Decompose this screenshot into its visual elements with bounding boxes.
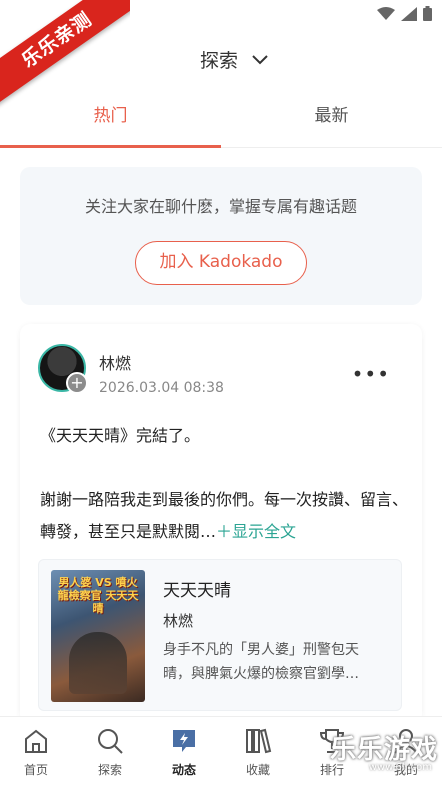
- home-icon: [25, 729, 47, 753]
- nav-explore[interactable]: 探索: [80, 727, 140, 778]
- post-card[interactable]: + 林燃 2026.03.04 08:38 ••• 《天天天晴》完結了。 謝謝一…: [20, 324, 422, 724]
- signal-icon: [401, 6, 417, 21]
- tab-latest[interactable]: 最新: [221, 94, 442, 148]
- watermark-corner-url: www.6ll.com: [368, 762, 432, 773]
- tab-latest-label: 最新: [314, 106, 349, 126]
- wifi-icon: [377, 6, 395, 20]
- book-preview[interactable]: 男人婆 VS 噴火龍檢察官 天天天晴 天天天晴 林燃 身手不凡的「男人婆」刑警包…: [38, 559, 402, 711]
- show-full-text-link[interactable]: ＋显示全文: [216, 522, 296, 541]
- post-time: 2026.03.04 08:38: [99, 380, 224, 396]
- status-icons: [377, 6, 432, 21]
- battery-icon: [423, 6, 432, 21]
- book-title: 天天天晴: [163, 581, 231, 601]
- cover-illustration: [69, 632, 127, 694]
- nav-feed-label: 动态: [171, 763, 196, 777]
- book-description: 身手不凡的「男人婆」刑警包天晴，與脾氣火爆的檢察官劉學…: [163, 642, 359, 682]
- lightning-chat-icon: [173, 730, 195, 752]
- nav-home-label: 首页: [23, 763, 48, 777]
- watermark-ribbon-text: 乐乐亲测: [0, 0, 130, 110]
- tab-underline: [0, 145, 221, 148]
- book-author: 林燃: [163, 612, 194, 630]
- join-kadokado-button[interactable]: 加入 Kadokado: [135, 241, 307, 285]
- nav-explore-label: 探索: [97, 763, 122, 777]
- promo-text: 关注大家在聊什麽，掌握专属有趣话题: [84, 197, 357, 216]
- bookshelf-icon: [246, 728, 272, 754]
- watermark-corner: 乐乐游戏 www.6ll.com: [326, 729, 438, 777]
- chevron-down-icon: [252, 54, 268, 64]
- book-cover: 男人婆 VS 噴火龍檢察官 天天天晴: [51, 570, 145, 702]
- nav-home[interactable]: 首页: [6, 727, 66, 778]
- nav-collection[interactable]: 收藏: [228, 727, 288, 778]
- join-promo-card: 关注大家在聊什麽，掌握专属有趣话题 加入 Kadokado: [20, 167, 422, 305]
- more-options-icon[interactable]: •••: [352, 362, 390, 386]
- nav-collection-label: 收藏: [245, 763, 270, 777]
- book-cover-text: 男人婆 VS 噴火龍檢察官 天天天晴: [57, 576, 139, 615]
- post-first-line: 《天天天晴》完結了。: [40, 426, 201, 445]
- post-body: 謝謝一路陪我走到最後的你們。每一次按讚、留言、轉發，甚至只是默默閱…＋显示全文: [40, 484, 408, 548]
- nav-feed[interactable]: 动态: [154, 727, 214, 778]
- follow-plus-icon[interactable]: +: [66, 372, 88, 394]
- explore-dropdown[interactable]: 探索: [200, 46, 268, 73]
- watermark-corner-text: 乐乐游戏: [329, 735, 438, 765]
- search-icon: [98, 729, 123, 754]
- author-name[interactable]: 林燃: [99, 350, 131, 374]
- watermark-ribbon: 乐乐亲测: [0, 0, 130, 110]
- page-title: 探索: [200, 50, 239, 72]
